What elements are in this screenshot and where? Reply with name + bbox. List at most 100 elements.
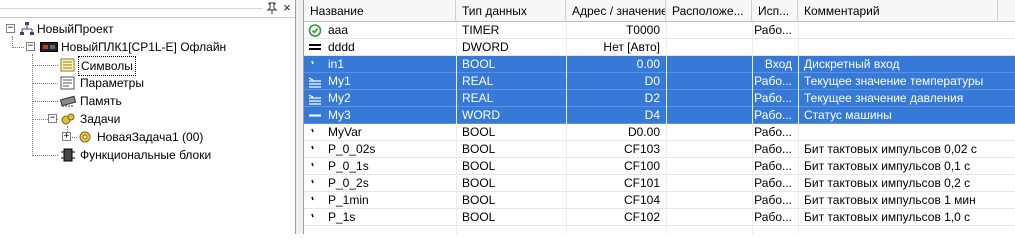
symbols-icon	[60, 58, 76, 72]
column-header-location[interactable]: Расположе...	[666, 0, 752, 22]
cell-addr: CF103	[623, 142, 660, 156]
cell-loc	[672, 192, 752, 209]
cell-type: BOOL	[462, 57, 496, 71]
cell-addr: D0.00	[627, 125, 660, 139]
collapse-button[interactable]: −	[48, 114, 57, 123]
cell-name: MyVar	[328, 125, 362, 139]
tree-item-label: НовыйПроект	[37, 22, 114, 36]
table-row[interactable]: My3 WORD D4 Рабо... Статус машины	[304, 107, 1015, 124]
cell-comment: Бит тактовых импульсов 1,0 с	[804, 210, 971, 224]
table-row[interactable]: P_0_2s BOOL CF101 Рабо... Бит тактовых импул…	[304, 175, 1015, 192]
column-divider	[798, 22, 799, 234]
tree-item-label: Символы	[78, 56, 136, 76]
table-row[interactable]: My1 REAL D0 Рабо... Текущее значение темпера…	[304, 73, 1015, 90]
cell-addr: CF102	[623, 210, 660, 224]
cell-name: P_1s	[328, 210, 356, 224]
timer-icon	[308, 24, 322, 37]
table-row[interactable]: MyVar BOOL D0.00 Рабо...	[304, 124, 1015, 141]
tree-item-label: Задачи	[80, 112, 121, 126]
cell-addr: D2	[644, 91, 660, 105]
cell-loc	[672, 56, 752, 73]
cell-use: Рабо...	[754, 125, 792, 139]
parameters-icon	[60, 76, 76, 90]
cell-loc	[672, 124, 752, 141]
cell-addr: CF101	[623, 176, 660, 190]
tree-item-label: Функциональные блоки	[80, 148, 212, 162]
cell-comment: Текущее значение давления	[804, 91, 964, 105]
column-header-usage[interactable]: Исп...	[752, 0, 798, 22]
table-row[interactable]: P_0_02s BOOL CF103 Рабо... Бит тактовых импу…	[304, 141, 1015, 158]
cell-use: Рабо...	[754, 210, 792, 224]
memory-chip-icon	[59, 94, 77, 108]
real-icon	[308, 75, 322, 88]
column-header-comment[interactable]: Комментарий	[798, 0, 998, 22]
cell-addr: 0.00	[636, 57, 660, 71]
cell-use: Рабо...	[754, 91, 792, 105]
cell-name: My3	[328, 108, 351, 122]
table-row[interactable]: P_1s BOOL CF102 Рабо... Бит тактовых импульс…	[304, 209, 1015, 226]
table-header: Название Тип данных Адрес / значение Рас…	[304, 0, 1015, 22]
column-header-name[interactable]: Название	[304, 0, 456, 22]
cell-name: in1	[328, 57, 345, 71]
cell-use: Вход	[764, 57, 792, 71]
collapse-button[interactable]: −	[26, 42, 35, 51]
bool-icon	[308, 143, 322, 156]
table-row[interactable]: dddd DWORD Нет [Авто]	[304, 39, 1015, 56]
cell-type: WORD	[462, 108, 500, 122]
cell-loc	[672, 158, 752, 175]
plc-device-icon	[40, 40, 58, 54]
cell-loc	[672, 175, 752, 192]
cell-loc	[672, 209, 752, 226]
cell-addr: D0	[644, 74, 660, 88]
cell-type: BOOL	[462, 210, 496, 224]
cell-comment: Бит тактовых импульсов 0,2 с	[804, 176, 971, 190]
pin-icon[interactable]	[266, 2, 278, 14]
tree-item-task1[interactable]: + НоваяЗадача1 (00)	[0, 128, 295, 146]
tree-item-parameters[interactable]: Параметры	[0, 74, 295, 92]
bool-icon	[308, 211, 322, 224]
table-row[interactable]: P_1min BOOL CF104 Рабо... Бит тактовых импул…	[304, 192, 1015, 209]
word-icon	[308, 109, 322, 122]
tree-item-symbols[interactable]: Символы	[0, 56, 295, 76]
table-row[interactable]: in1 BOOL 0.00 Вход Дискретный вход	[304, 56, 1015, 73]
real-icon	[308, 92, 322, 105]
cell-loc	[672, 73, 752, 90]
cell-comment	[804, 22, 1004, 39]
column-header-type[interactable]: Тип данных	[456, 0, 566, 22]
dword-icon	[308, 41, 322, 54]
cell-addr: D4	[644, 108, 660, 122]
expand-button[interactable]: +	[62, 132, 71, 141]
panel-splitter[interactable]	[296, 0, 304, 234]
tasks-icon	[60, 112, 76, 126]
cell-use: Рабо...	[754, 74, 792, 88]
cell-type: REAL	[462, 91, 494, 105]
tree-item-tasks[interactable]: − Задачи	[0, 110, 295, 128]
table-row[interactable]: aaa TIMER T0000 Рабо...	[304, 22, 1015, 39]
cell-type: BOOL	[462, 125, 496, 139]
cell-comment: Бит тактовых импульсов 1 мин	[804, 193, 976, 207]
close-panel-button[interactable]: ×	[281, 1, 293, 14]
cell-name: P_0_2s	[328, 176, 369, 190]
cell-comment: Текущее значение температуры	[804, 74, 984, 88]
column-divider	[666, 22, 667, 234]
cell-use: Рабо...	[754, 142, 792, 156]
cell-use: Рабо...	[754, 23, 792, 37]
tree-item-project[interactable]: − НовыйПроект	[0, 20, 295, 38]
symbol-table: Название Тип данных Адрес / значение Рас…	[304, 0, 1015, 234]
cell-name: P_0_1s	[328, 159, 369, 173]
task-gear-icon	[77, 130, 93, 144]
tree-item-function-blocks[interactable]: Функциональные блоки	[0, 146, 295, 164]
tree-item-plc[interactable]: − НовыйПЛК1[CP1L-E] Офлайн	[0, 38, 295, 56]
cell-use: Рабо...	[754, 176, 792, 190]
column-header-address[interactable]: Адрес / значение	[566, 0, 666, 22]
cell-comment: Дискретный вход	[804, 57, 900, 71]
collapse-button[interactable]: −	[6, 24, 15, 33]
cell-name: My2	[328, 91, 351, 105]
tree-item-label: Параметры	[80, 76, 144, 90]
cell-loc	[672, 22, 752, 39]
tree-item-memory[interactable]: Память	[0, 92, 295, 110]
table-row[interactable]: P_0_1s BOOL CF100 Рабо... Бит тактовых импул…	[304, 158, 1015, 175]
table-row[interactable]: My2 REAL D2 Рабо... Текущее значение давлени…	[304, 90, 1015, 107]
cell-addr: CF100	[623, 159, 660, 173]
function-block-icon	[60, 148, 76, 162]
